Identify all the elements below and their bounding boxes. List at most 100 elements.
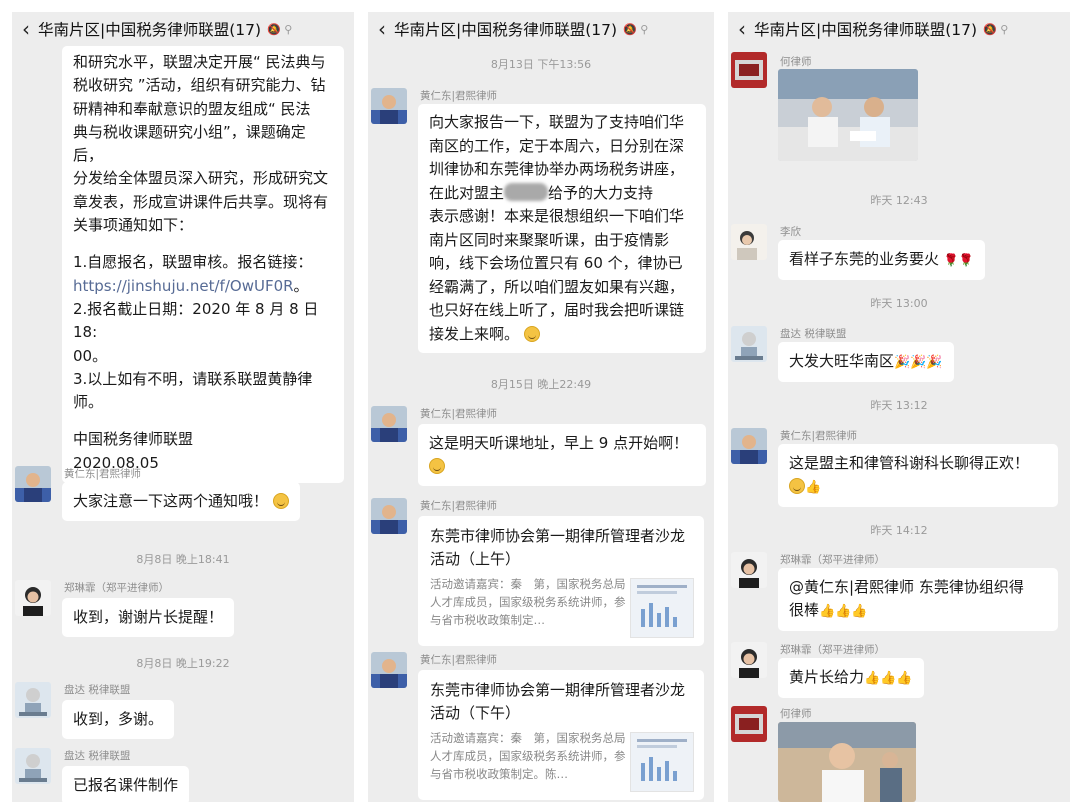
sender-name: 何律师 <box>780 708 812 720</box>
chat-header: ‹ 华南片区|中国税务律师联盟(17) 🔕 ⚲ <box>368 12 714 46</box>
message-text: 黄片长给力 <box>789 668 865 686</box>
sender-name: 盘达 税律联盟 <box>780 328 847 340</box>
sender-name: 何律师 <box>780 56 812 68</box>
notice-line: 和研究水平，联盟决定开展“ 民法典与 <box>73 53 326 71</box>
sender-name: 黄仁东|君熙律师 <box>420 90 498 102</box>
link-card[interactable]: 东莞市律师协会第一期律所管理者沙龙活动（下午） 活动邀请嘉宾：秦 第，国家税务总… <box>418 670 704 800</box>
link-card[interactable]: 东莞市律师协会第一期律所管理者沙龙活动（上午） 活动邀请嘉宾：秦 第，国家税务总… <box>418 516 704 646</box>
message-bubble: 收到，多谢。 <box>62 700 175 739</box>
thumbs-up-icon: 👍 <box>835 604 852 619</box>
message-text: 收到，谢谢片长提醒！ <box>73 608 224 626</box>
notice-bubble: 和研究水平，联盟决定开展“ 民法典与 税收研究 ”活动，组织有研究能力、钻 研精… <box>62 46 344 484</box>
chat-title: 华南片区|中国税务律师联盟(17) <box>38 21 262 39</box>
chat-panel-3: ‹ 华南片区|中国税务律师联盟(17) 🔕 ⚲ 何律师 昨天 12:43 李欣 <box>728 12 1070 802</box>
avatar[interactable] <box>15 466 51 502</box>
avatar[interactable] <box>731 224 767 260</box>
chat-title: 华南片区|中国税务律师联盟(17) <box>754 21 978 39</box>
notice-line: 分发给全体盟员深入研究，形成研究文 <box>73 169 329 188</box>
avatar[interactable] <box>731 642 767 678</box>
notice-item-2b: 00。 <box>73 346 108 365</box>
timestamp: 昨天 13:12 <box>870 399 928 412</box>
avatar[interactable] <box>731 706 767 742</box>
message-bubble: 收到，谢谢片长提醒！ <box>62 598 235 637</box>
message-bubble: 已报名课件制作 <box>62 766 190 802</box>
avatar[interactable] <box>731 326 767 362</box>
notice-line: 关事项通知如下： <box>73 216 194 235</box>
notice-line: 税收研究 ”活动，组织有研究能力、钻 <box>73 76 326 95</box>
chat-panel-1: ‹ 华南片区|中国税务律师联盟(17) 🔕 ⚲ 和研究水平，联盟决定开展“ 民法… <box>12 12 354 802</box>
sender-name: 郑琳霏（郑平进律师） <box>64 582 169 594</box>
message-text: @黄仁东|君熙律师 东莞律协组织得 <box>789 578 1024 596</box>
message-text: 已报名课件制作 <box>73 776 179 794</box>
mute-icon: 🔕 ⚲ <box>983 22 1009 36</box>
redacted-name <box>504 182 549 201</box>
notice-line: 研精神和奉献意识的盟友组成“ 民法 <box>73 99 311 118</box>
message-text: 大发大旺华南区 <box>789 352 895 370</box>
sender-name: 郑琳霏（郑平进律师） <box>780 554 885 566</box>
avatar[interactable] <box>371 498 407 534</box>
avatar[interactable] <box>371 406 407 442</box>
avatar[interactable] <box>15 748 51 784</box>
avatar[interactable] <box>731 52 767 88</box>
timestamp: 昨天 14:12 <box>870 524 928 537</box>
message-line: 经霸满了，所以咱们盟友如果有兴趣， <box>429 277 685 296</box>
rose-emoji-icon: 🌹 <box>943 253 959 267</box>
chat-photo[interactable] <box>778 722 916 802</box>
card-title: 东莞市律师协会第一期律所管理者沙龙活动（上午） <box>430 527 686 568</box>
party-emoji-icon: 🎉 <box>910 355 927 370</box>
card-title: 东莞市律师协会第一期律所管理者沙龙活动（下午） <box>430 681 686 722</box>
chat-header: ‹ 华南片区|中国税务律师联盟(17) 🔕 ⚲ <box>12 12 354 46</box>
back-arrow-icon[interactable]: ‹ <box>14 17 38 41</box>
avatar[interactable] <box>15 580 51 616</box>
message-line: 南区的工作，定于本周六，日分别在深 <box>429 136 685 155</box>
timestamp: 8月8日 晚上19:22 <box>136 657 230 670</box>
message-line: 也只好在线上听了，届时我会把听课链 <box>429 301 685 319</box>
back-arrow-icon[interactable]: ‹ <box>730 17 754 41</box>
message-bubble: 大发大旺华南区🎉🎉🎉 <box>778 342 954 382</box>
sender-name: 李欣 <box>780 226 801 238</box>
chat-body[interactable]: 和研究水平，联盟决定开展“ 民法典与 税收研究 ”活动，组织有研究能力、钻 研精… <box>12 46 354 802</box>
avatar[interactable] <box>15 682 51 718</box>
message-bubble: 黄片长给力👍👍👍 <box>778 658 924 698</box>
card-description: 活动邀请嘉宾：秦 第，国家税务总局人才库成员，国家级税务系统讲师，参与省市税收政… <box>430 731 626 781</box>
sender-name: 黄仁东|君熙律师 <box>420 654 498 666</box>
message-bubble: 大家注意一下这两个通知哦！ <box>62 482 300 521</box>
chat-body[interactable]: 何律师 昨天 12:43 李欣 看样子东莞的业务要火 🌹🌹 昨天 13:00 盘… <box>728 46 1070 802</box>
message-line: 南片区同时来聚聚听课，由于疫情影 <box>429 230 670 249</box>
message-bubble: @黄仁东|君熙律师 东莞律协组织得 很棒👍👍👍 <box>778 568 1058 631</box>
timestamp: 8月13日 下午13:56 <box>490 58 592 71</box>
notice-item-3: 3.以上如有不明，请联系联盟黄静律 <box>73 369 313 388</box>
avatar[interactable] <box>371 88 407 124</box>
message-line: 响，线下会场位置只有 60 个，律协已 <box>429 254 683 272</box>
card-description: 活动邀请嘉宾：秦 第，国家税务总局人才库成员，国家级税务系统讲师，参与省市税收政… <box>430 577 626 627</box>
chat-photo[interactable] <box>778 69 918 161</box>
message-bubble: 这是盟主和律管科谢科长聊得正欢！ 👍 <box>778 444 1058 507</box>
avatar[interactable] <box>731 428 767 464</box>
signup-link[interactable]: https://jinshuju.net/f/OwUF0R <box>73 277 294 295</box>
message-line: 向大家报告一下，联盟为了支持咱们华 <box>429 113 685 131</box>
smile-emoji-icon <box>523 325 540 342</box>
message-text: 大家注意一下这两个通知哦！ <box>73 492 269 510</box>
sender-name: 盘达 税律联盟 <box>64 750 131 762</box>
avatar[interactable] <box>731 552 767 588</box>
card-thumbnail <box>630 732 694 792</box>
thumbs-up-icon: 👍 <box>805 480 822 495</box>
message-bubble: 向大家报告一下，联盟为了支持咱们华 南区的工作，定于本周六，日分别在深 圳律协和… <box>418 104 706 353</box>
card-thumbnail <box>630 578 694 638</box>
timestamp: 昨天 12:43 <box>870 194 928 207</box>
thumbs-up-icon: 👍 <box>880 671 897 686</box>
message-text: 收到，多谢。 <box>73 710 164 728</box>
sender-name: 郑琳霏（郑平进律师） <box>780 644 885 656</box>
chat-body[interactable]: 8月13日 下午13:56 黄仁东|君熙律师 向大家报告一下，联盟为了支持咱们华… <box>368 46 714 802</box>
back-arrow-icon[interactable]: ‹ <box>370 17 394 41</box>
message-line: 表示感谢！本来是很想组织一下咱们华 <box>429 207 685 225</box>
smile-emoji-icon <box>789 478 805 494</box>
mute-icon: 🔕 ⚲ <box>623 22 649 36</box>
chat-title: 华南片区|中国税务律师联盟(17) <box>394 21 618 39</box>
message-line: 给予的大力支持 <box>548 183 654 202</box>
thumbs-up-icon: 👍 <box>896 671 913 686</box>
party-emoji-icon: 🎉 <box>926 355 943 370</box>
avatar[interactable] <box>371 652 407 688</box>
thumbs-up-icon: 👍 <box>819 604 836 619</box>
party-emoji-icon: 🎉 <box>894 355 911 370</box>
